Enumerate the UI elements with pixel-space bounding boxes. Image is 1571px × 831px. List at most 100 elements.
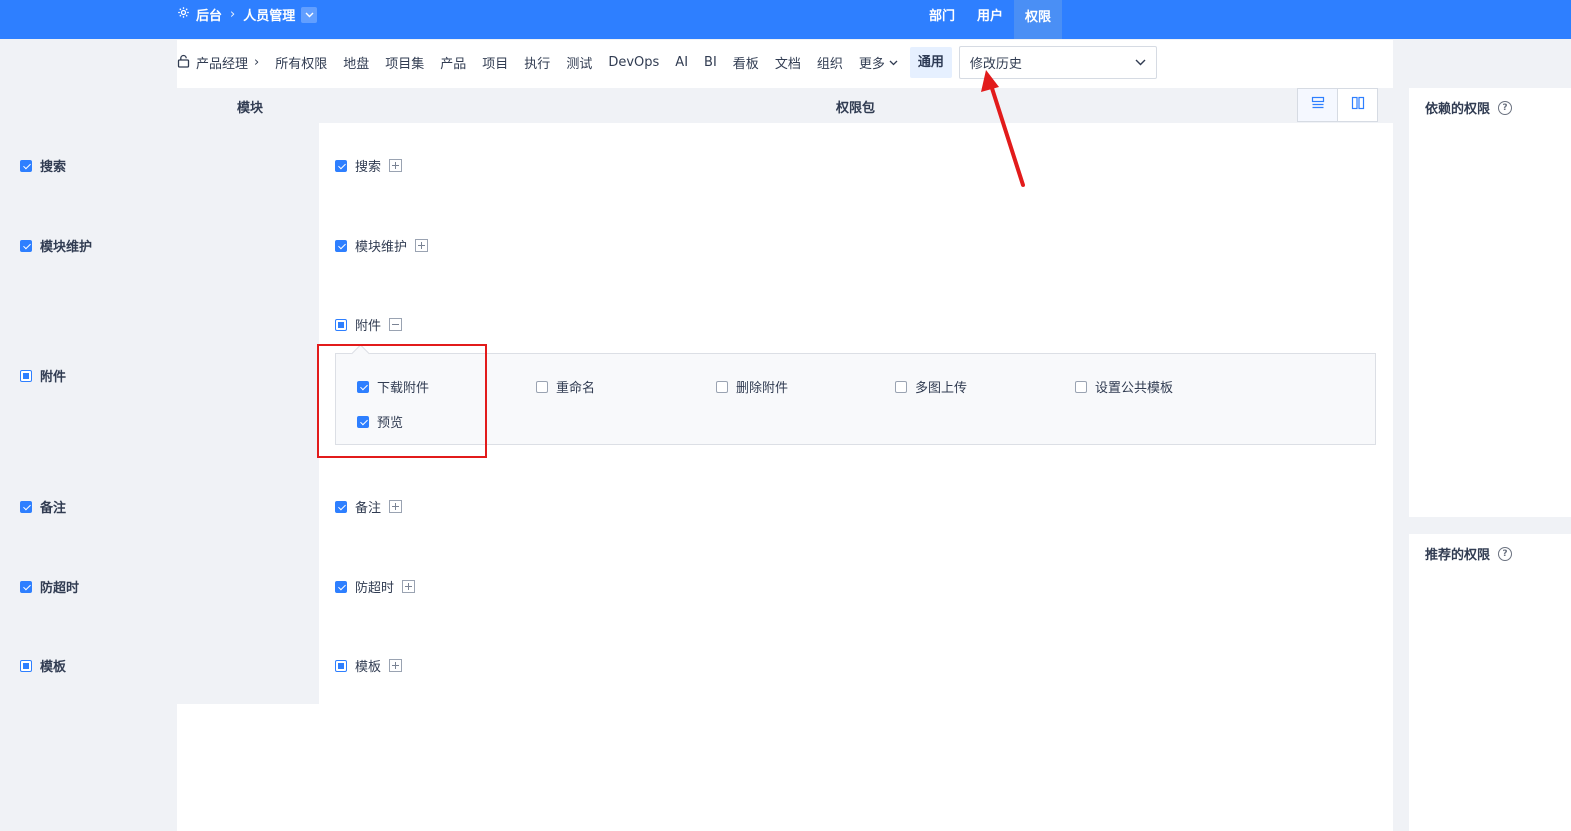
sub-permission-checkbox[interactable]	[536, 380, 548, 393]
column-view-button[interactable]	[1337, 88, 1378, 122]
breadcrumb: 后台 › 人员管理	[177, 0, 318, 29]
sub-permission-label: 删除附件	[736, 381, 789, 396]
sub-permission-rename[interactable]: 重命名	[536, 377, 595, 396]
help-icon[interactable]: ?	[1498, 100, 1513, 115]
toolbar-item-general[interactable]: 通用	[909, 47, 952, 78]
package-checkbox[interactable]	[335, 239, 347, 252]
toolbar-item-execution[interactable]: 执行	[524, 53, 550, 72]
package-checkbox[interactable]	[335, 318, 347, 331]
role-selector[interactable]: 产品经理 ›	[177, 53, 259, 72]
column-header-module: 模块	[237, 101, 264, 116]
module-checkbox[interactable]	[20, 580, 32, 593]
gear-icon[interactable]	[177, 6, 190, 23]
help-icon[interactable]: ?	[1498, 546, 1513, 561]
module-checkbox[interactable]	[20, 239, 32, 252]
module-row-attachment[interactable]: 附件	[20, 366, 66, 385]
toolbar-item-org[interactable]: 组织	[817, 53, 843, 72]
package-name: 模块维护	[355, 240, 408, 255]
depend-permission-label: 依赖的权限	[1425, 102, 1491, 117]
table-header: 模块 权限包	[177, 88, 1393, 123]
package-checkbox[interactable]	[335, 580, 347, 593]
list-view-icon	[1311, 96, 1325, 114]
sub-permission-checkbox[interactable]	[716, 380, 728, 393]
sub-permission-multi-upload[interactable]: 多图上传	[895, 377, 967, 396]
module-checkbox[interactable]	[20, 500, 32, 513]
column-header-package: 权限包	[836, 101, 876, 116]
collapse-icon[interactable]	[389, 318, 403, 331]
chevron-right-icon: ›	[254, 55, 260, 70]
expand-icon[interactable]	[415, 239, 429, 252]
sub-permission-checkbox[interactable]	[1075, 380, 1087, 393]
lock-icon	[177, 54, 190, 72]
module-row-search[interactable]: 搜索	[20, 156, 66, 175]
sub-permission-checkbox[interactable]	[895, 380, 907, 393]
list-view-button[interactable]	[1297, 88, 1338, 122]
package-row-timeout: 防超时	[335, 577, 416, 596]
module-checkbox[interactable]	[20, 659, 32, 672]
expand-icon[interactable]	[389, 159, 403, 172]
chevron-down-icon	[1135, 55, 1146, 70]
attachment-sub-permissions: 下载附件 重命名 删除附件 多图上传 设置公共模板 预览	[335, 353, 1376, 445]
recommend-permission-label: 推荐的权限	[1425, 548, 1491, 563]
chevron-right-icon: ›	[230, 7, 236, 22]
module-row-template[interactable]: 模板	[20, 656, 66, 675]
annotation-highlight-box	[317, 344, 487, 458]
package-name: 模板	[355, 660, 382, 675]
expand-icon[interactable]	[402, 580, 416, 593]
module-row-timeout[interactable]: 防超时	[20, 577, 79, 596]
module-name: 附件	[40, 370, 67, 385]
module-checkbox[interactable]	[20, 369, 32, 382]
breadcrumb-home[interactable]: 后台	[196, 5, 222, 24]
sub-permission-delete[interactable]: 删除附件	[716, 377, 788, 396]
module-name: 模块维护	[40, 240, 93, 255]
expand-icon[interactable]	[389, 500, 403, 513]
toolbar-item-bi[interactable]: BI	[704, 55, 717, 70]
recommend-permission-title: 推荐的权限 ?	[1425, 544, 1513, 563]
toolbar-item-all[interactable]: 所有权限	[275, 53, 327, 72]
package-row-template: 模板	[335, 656, 403, 675]
toolbar-item-project[interactable]: 项目	[482, 53, 508, 72]
module-name: 防超时	[40, 581, 80, 596]
package-row-search: 搜索	[335, 156, 403, 175]
sub-permission-label: 设置公共模板	[1095, 381, 1174, 396]
role-name: 产品经理	[196, 57, 249, 72]
tab-user[interactable]: 用户	[966, 0, 1014, 29]
toolbar-item-ai[interactable]: AI	[675, 55, 688, 70]
chevron-down-icon[interactable]	[301, 6, 318, 23]
depend-permission-title: 依赖的权限 ?	[1425, 98, 1513, 117]
package-name: 备注	[355, 501, 382, 516]
package-name: 搜索	[355, 160, 382, 175]
module-name: 搜索	[40, 160, 67, 175]
annotation-arrow	[981, 70, 1025, 187]
toolbar-item-doc[interactable]: 文档	[775, 53, 801, 72]
column-view-icon	[1351, 96, 1365, 114]
toolbar-more-dropdown[interactable]: 更多	[859, 53, 898, 72]
top-header: 后台 › 人员管理 部门 用户 权限	[0, 0, 1571, 39]
toolbar-item-kanban[interactable]: 看板	[733, 53, 759, 72]
tab-permission[interactable]: 权限	[1014, 0, 1063, 39]
breadcrumb-current[interactable]: 人员管理	[243, 5, 295, 24]
module-row-module-maintenance[interactable]: 模块维护	[20, 236, 92, 255]
toolbar-item-devops[interactable]: DevOps	[608, 55, 659, 70]
toolbar-item-product[interactable]: 产品	[440, 53, 466, 72]
toolbar-item-my[interactable]: 地盘	[343, 53, 369, 72]
package-checkbox[interactable]	[335, 159, 347, 172]
tab-department[interactable]: 部门	[918, 0, 966, 29]
toolbar-item-program[interactable]: 项目集	[385, 53, 424, 72]
package-row-module-maintenance: 模块维护	[335, 236, 429, 255]
package-name: 防超时	[355, 581, 395, 596]
module-name: 备注	[40, 501, 67, 516]
module-column	[177, 123, 319, 704]
package-checkbox[interactable]	[335, 659, 347, 672]
package-checkbox[interactable]	[335, 500, 347, 513]
view-toggle	[1297, 88, 1378, 122]
depend-permission-panel: 依赖的权限 ?	[1409, 88, 1571, 517]
module-checkbox[interactable]	[20, 159, 32, 172]
toolbar-item-test[interactable]: 测试	[566, 53, 592, 72]
module-row-comment[interactable]: 备注	[20, 497, 66, 516]
sub-permission-public-template[interactable]: 设置公共模板	[1075, 377, 1173, 396]
expand-icon[interactable]	[389, 659, 403, 672]
sub-permission-label: 重命名	[556, 381, 596, 396]
chevron-down-icon	[889, 55, 898, 70]
package-name: 附件	[355, 319, 382, 334]
